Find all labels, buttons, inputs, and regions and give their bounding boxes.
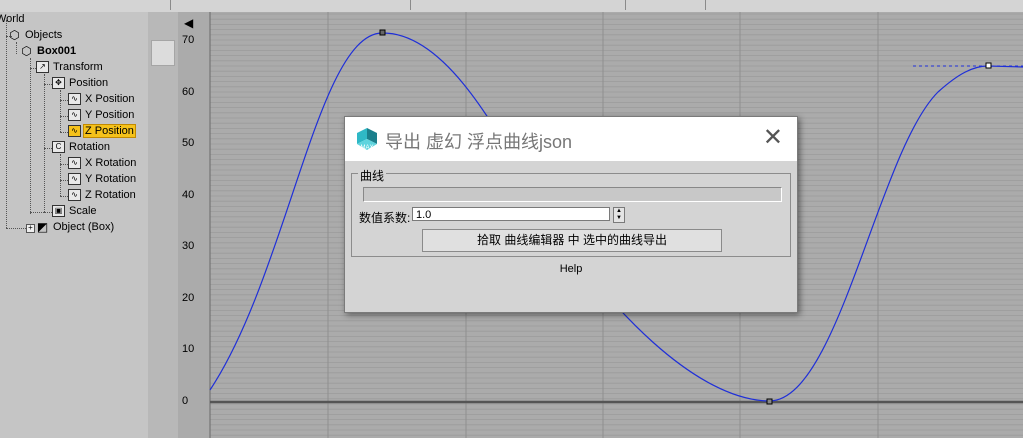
tree-item-label: Y Position [85,109,135,121]
transform-icon: ↗ [36,61,49,74]
tree-item-label: Box001 [37,45,77,57]
scale-icon: ▣ [52,205,65,218]
tree-item-label: World [0,13,25,25]
app-icon-text: MAX [360,145,373,151]
tree-item-y-position[interactable]: ∿ Y Position [68,108,136,123]
multiplier-input[interactable]: 1.0 [412,207,610,221]
tree-item-transform[interactable]: ↗ Transform [36,60,105,75]
y-tick-label: 10 [182,343,195,355]
toolbar-separator [410,0,411,10]
toolbar-separator [170,0,171,10]
tree-item-label: Object (Box) [53,221,115,233]
rotate-icon: C [52,141,65,154]
toolbar-separator [705,0,706,10]
curve-key[interactable] [766,398,773,405]
close-icon[interactable]: ✕ [763,125,783,151]
y-tick-label: 20 [182,291,195,304]
tree-item-objects[interactable]: ⬡ Objects [8,28,64,43]
cube-icon: ⬡ [21,44,32,59]
curve-group: 曲线 数值系数: 1.0 ▲ ▼ 拾取 曲线编辑器 中 选中的曲线导出 [351,167,791,257]
group-label: 曲线 [358,167,387,184]
y-tick-label: 60 [182,85,195,98]
max-app-icon: MAX [357,128,377,151]
y-tick-label: 70 [182,34,195,46]
spinner-down-icon[interactable]: ▼ [614,215,624,222]
dialog-title: 导出 虚幻 浮点曲线json [385,132,573,152]
dialog-titlebar: MAX 导出 虚幻 浮点曲线json ✕ [345,117,797,161]
tree-item-label: Transform [53,61,103,73]
curve-icon: ∿ [68,189,81,202]
scroll-thumb[interactable] [151,40,175,66]
tree-item-scale[interactable]: ▣ Scale [52,204,99,219]
tree-item-label: Rotation [69,141,110,153]
spinner-up-icon[interactable]: ▲ [614,208,624,215]
tree-item-z-position[interactable]: ∿ Z Position [68,124,136,139]
y-tick-label: 50 [182,137,195,149]
y-tick-label: 0 [182,394,189,407]
tree-item-x-position[interactable]: ∿ X Position [68,92,137,107]
curve-key[interactable] [985,62,992,69]
tree-item-label: Scale [69,205,97,217]
pick-export-button[interactable]: 拾取 曲线编辑器 中 选中的曲线导出 [422,229,722,252]
multiplier-spinner[interactable]: ▲ ▼ [613,207,625,223]
expand-icon[interactable]: + [26,224,35,233]
curve-icon: ∿ [68,173,81,186]
tree-item-y-rotation[interactable]: ∿ Y Rotation [68,172,138,187]
tree-item-x-rotation[interactable]: ∿ X Rotation [68,156,138,171]
curve-list[interactable] [363,187,782,202]
tree-item-label: Z Rotation [85,189,136,201]
tree-item-box001[interactable]: ⬡ Box001 [20,44,78,59]
controller-tree: World ⬡ Objects ⬡ Box001 ↗ Transform ✥ Posit… [0,12,149,438]
tree-item-label: X Rotation [85,157,137,169]
move-icon: ✥ [52,77,65,90]
curve-icon: ∿ [68,93,81,106]
cube-icon: ⬡ [9,28,20,43]
tree-item-rotation[interactable]: C Rotation [52,140,112,155]
tree-item-z-rotation[interactable]: ∿ Z Rotation [68,188,138,203]
tree-item-world[interactable]: World [0,12,27,27]
tree-item-label: Position [69,77,109,89]
arrow-left-icon[interactable]: ◀ [184,16,193,30]
tree-item-label: Objects [25,29,63,41]
curve-icon: ∿ [68,157,81,170]
tree-item-object-box[interactable]: ◩ Object (Box) [36,220,116,235]
object-icon: ◩ [36,220,49,235]
tree-scrollbar[interactable] [148,12,178,438]
help-label[interactable]: Help [345,263,797,275]
tree-item-label: X Position [85,93,135,105]
multiplier-label: 数值系数: [359,211,411,225]
tree-item-position[interactable]: ✥ Position [52,76,110,91]
curve-icon: ∿ [68,109,81,122]
tree-item-label: Z Position [83,124,136,138]
tree-item-label: Y Rotation [85,173,137,185]
export-dialog: MAX 导出 虚幻 浮点曲线json ✕ 曲线 数值系数: 1.0 ▲ ▼ 拾取… [344,116,798,313]
curve-icon: ∿ [68,125,81,138]
y-tick-label: 30 [182,240,195,252]
curve-key[interactable] [379,29,386,36]
y-tick-label: 40 [182,188,195,201]
toolbar-separator [625,0,626,10]
